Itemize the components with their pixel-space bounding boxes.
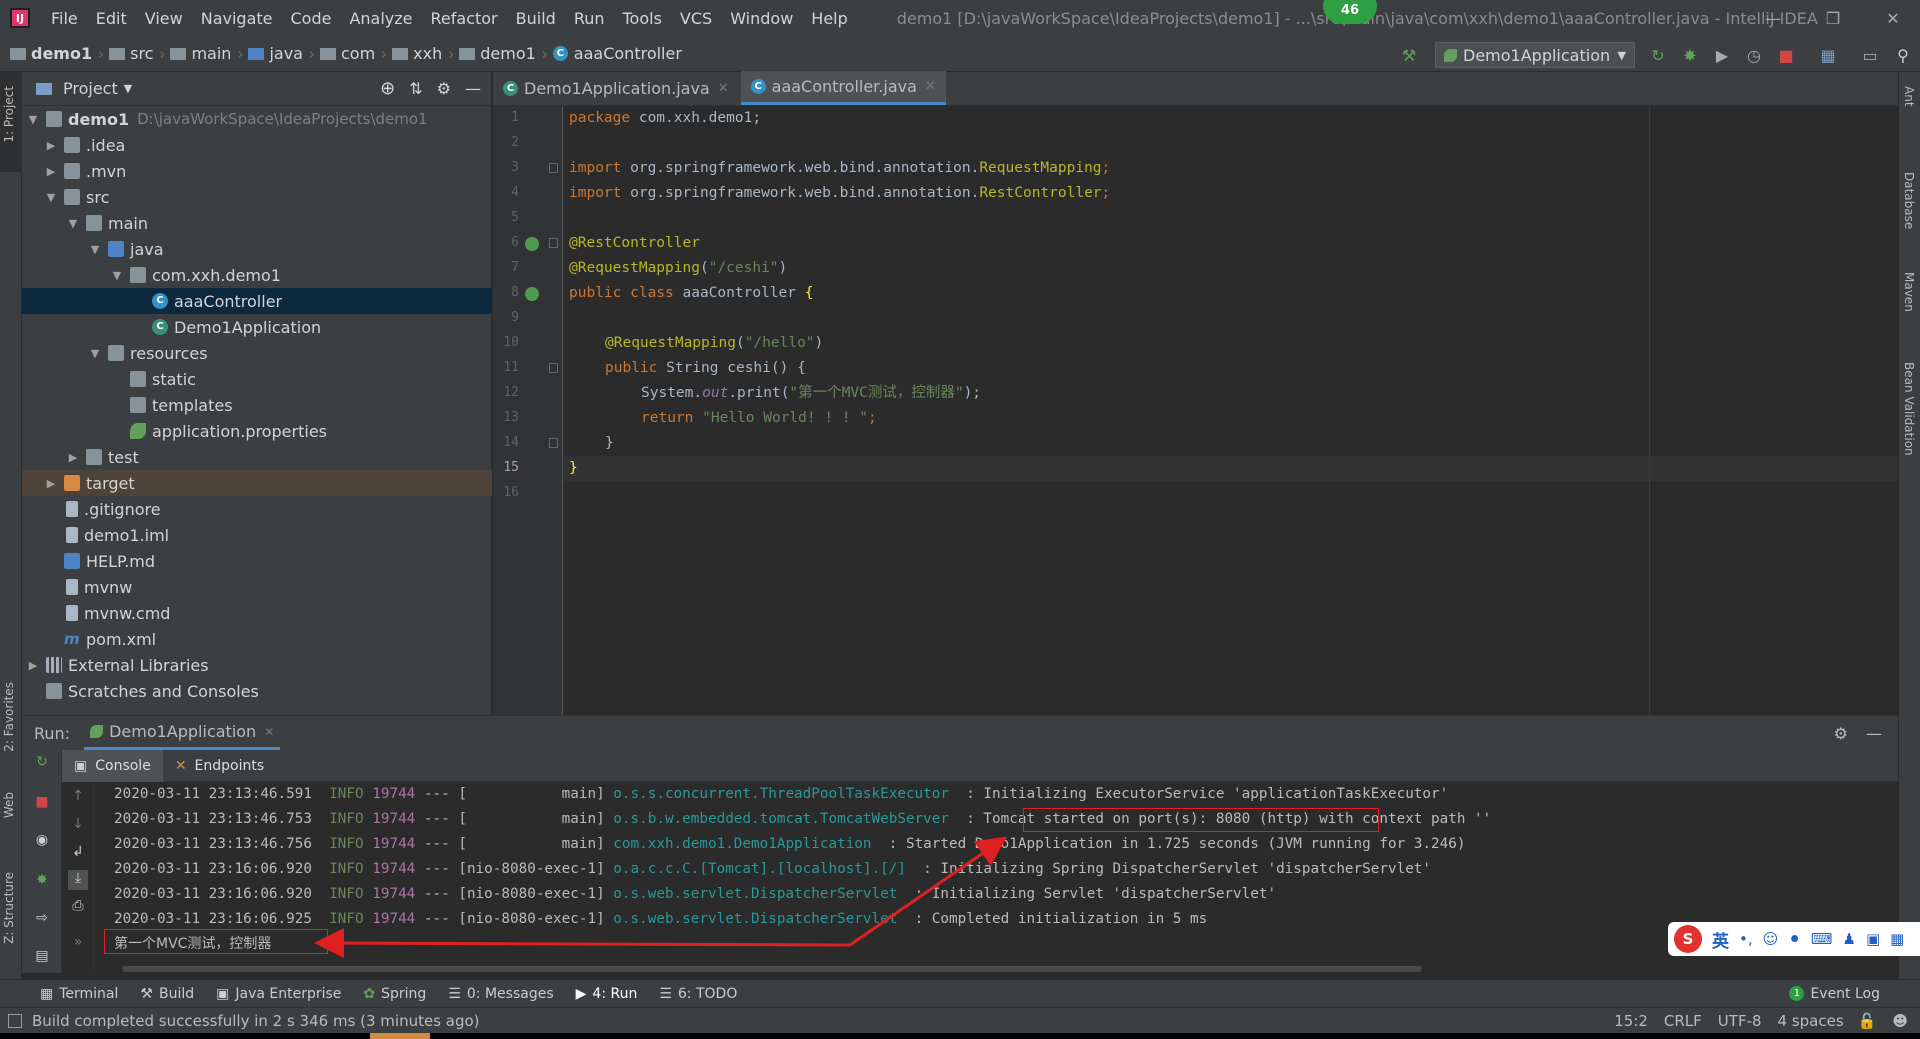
tool-event-log[interactable]: 1 Event Log <box>1789 986 1880 1002</box>
file-encoding[interactable]: UTF-8 <box>1718 1012 1762 1030</box>
annotation-arrow <box>314 928 851 959</box>
punctuation-icon[interactable]: •, <box>1739 930 1753 948</box>
hammer-icon: ⚒ <box>140 985 153 1002</box>
annotation-arrows <box>314 836 1007 959</box>
java-enterprise-icon: ▣ <box>216 985 230 1002</box>
terminal-icon: ▦ <box>40 985 54 1002</box>
taskbar-edge <box>0 1033 1920 1039</box>
indent-setting[interactable]: 4 spaces <box>1778 1012 1844 1030</box>
sogou-logo-icon[interactable]: S <box>1674 925 1702 953</box>
line-separator[interactable]: CRLF <box>1664 1012 1702 1030</box>
tool-terminal[interactable]: ▦ Terminal <box>40 986 118 1002</box>
tool-java-enterprise[interactable]: ▣ Java Enterprise <box>216 986 341 1002</box>
tool-todo[interactable]: ☰ 6: TODO <box>659 986 737 1002</box>
skin-icon[interactable]: ♟ <box>1843 930 1856 948</box>
todo-icon: ☰ <box>659 985 672 1002</box>
bottom-tool-bar: ▦ Terminal ⚒ Build ▣ Java Enterprise ✿ Sprin… <box>0 979 1920 1007</box>
spring-icon: ✿ <box>363 985 376 1002</box>
caret-position[interactable]: 15:2 <box>1614 1012 1648 1030</box>
taskbar-active-app <box>370 1033 430 1039</box>
annotation-arrow <box>849 836 1007 947</box>
ime-toolbar: S 英 •, ☺ ⚫ ⌨ ♟ ▣ ▦ <box>1668 922 1920 956</box>
emoji-icon[interactable]: ☺ <box>1763 930 1779 948</box>
ime-language[interactable]: 英 <box>1712 927 1729 952</box>
messages-icon: ☰ <box>448 985 461 1002</box>
keyboard-icon[interactable]: ⌨ <box>1811 930 1833 948</box>
status-bar: Build completed successfully in 2 s 346 … <box>0 1007 1920 1033</box>
microphone-icon[interactable]: ⚫ <box>1788 930 1801 948</box>
toggle-tool-windows-icon[interactable] <box>8 1013 22 1028</box>
run-icon: ▶ <box>575 985 587 1002</box>
toolbox-icon[interactable]: ▦ <box>1890 930 1904 948</box>
lock-icon[interactable]: 🔓 <box>1858 1012 1877 1030</box>
inspector-icon[interactable]: ☻ <box>1892 1012 1908 1030</box>
tool-build[interactable]: ⚒ Build <box>140 986 194 1002</box>
event-log-icon: 1 <box>1789 986 1805 1001</box>
tool-spring[interactable]: ✿ Spring <box>363 986 426 1002</box>
shirt-icon[interactable]: ▣ <box>1866 930 1880 948</box>
tool-messages[interactable]: ☰ 0: Messages <box>448 986 553 1002</box>
status-message: Build completed successfully in 2 s 346 … <box>32 1011 480 1030</box>
tool-run[interactable]: ▶ 4: Run <box>576 986 638 1002</box>
